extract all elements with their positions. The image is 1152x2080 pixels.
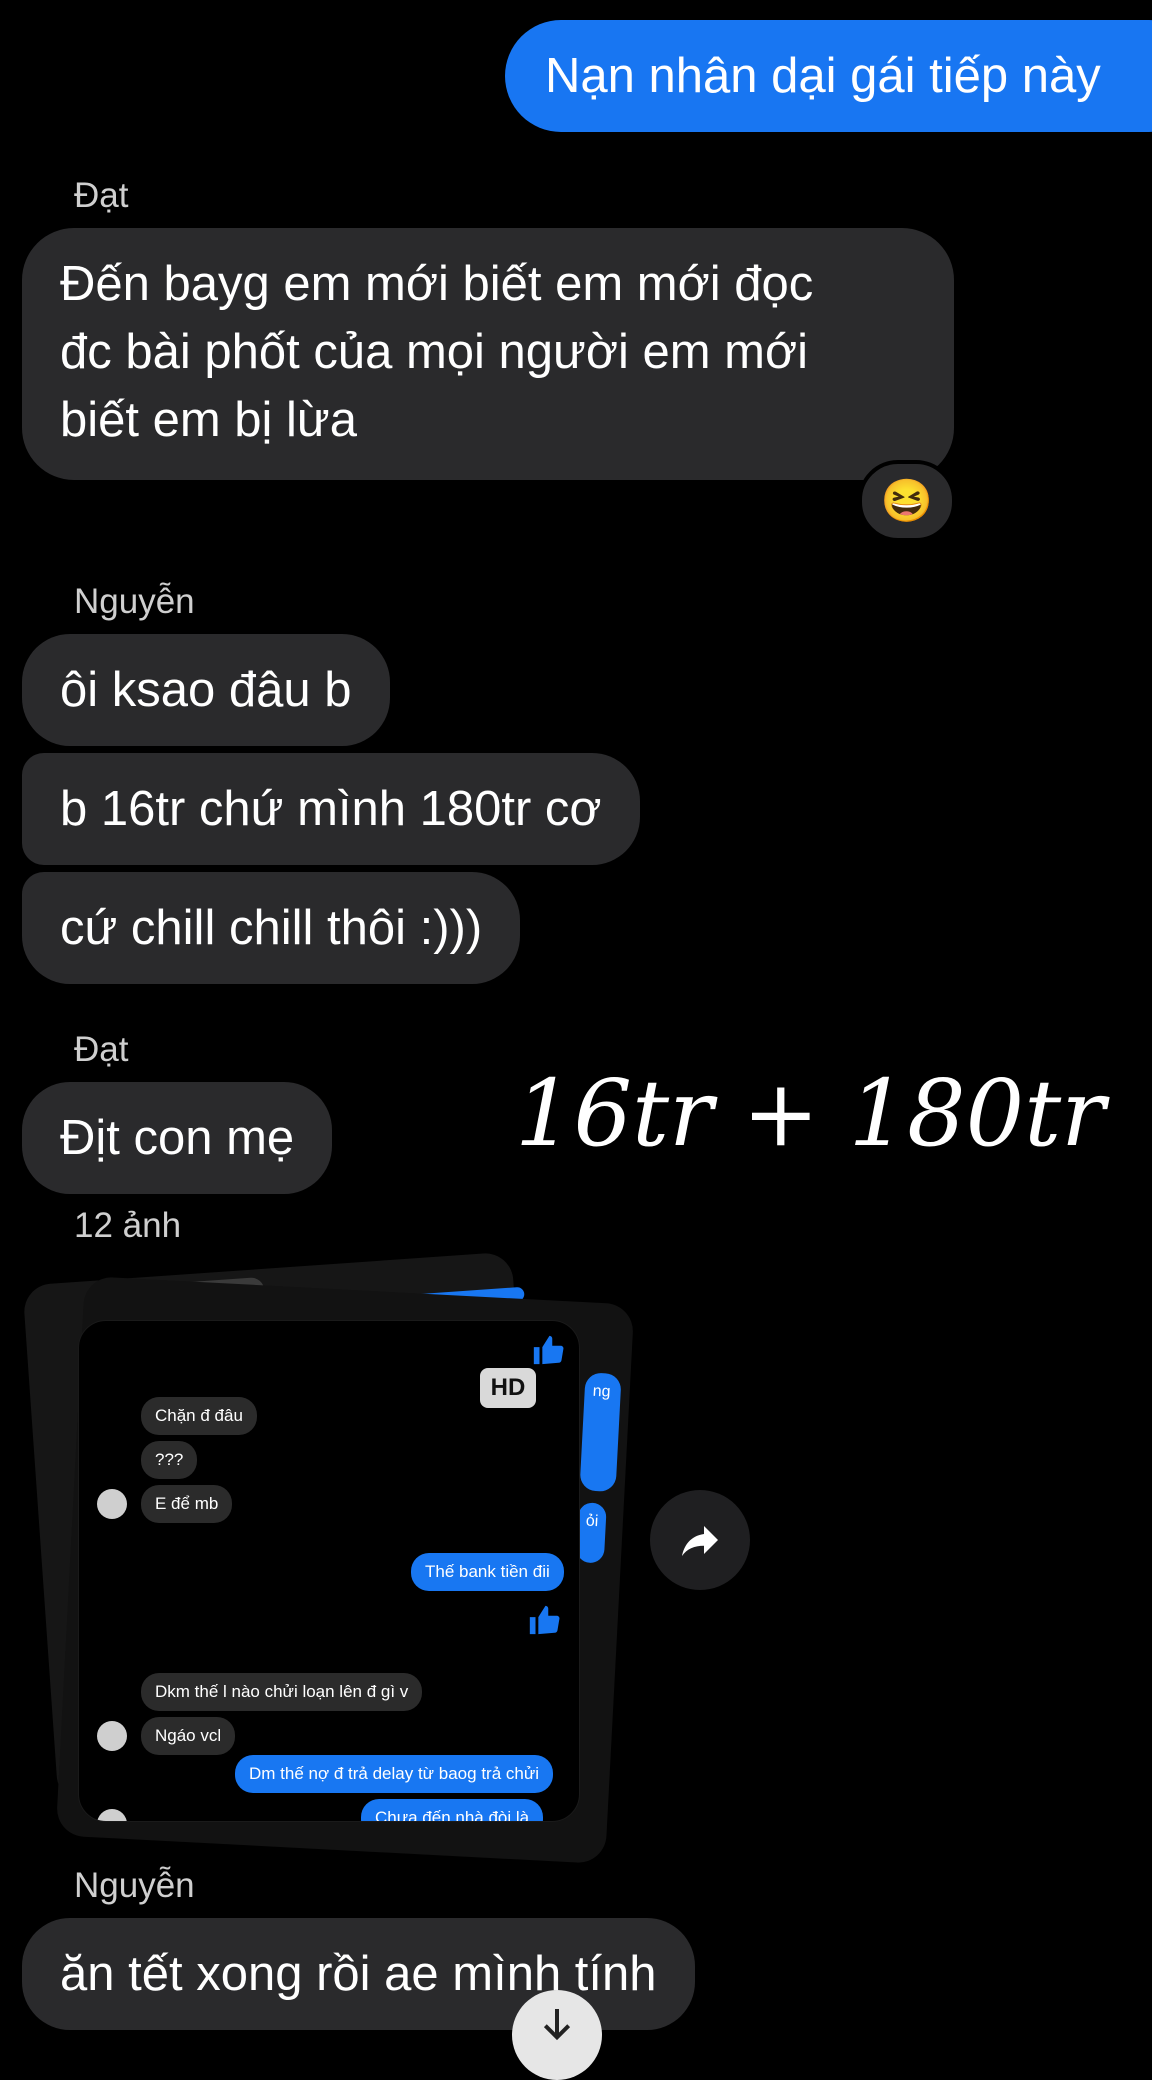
thumbs-up-icon (527, 1603, 561, 1637)
incoming-message-bubble[interactable]: ôi ksao đâu b (22, 634, 390, 746)
reaction-badge[interactable]: 😆 (858, 460, 956, 542)
outgoing-message-text: Nạn nhân dại gái tiếp này (545, 49, 1101, 103)
share-button[interactable] (650, 1490, 750, 1590)
album-message: Dm thế nợ đ trả delay từ baog trả chửi (235, 1755, 553, 1793)
message-text: Địt con mẹ (60, 1111, 295, 1165)
incoming-message-bubble[interactable]: cứ chill chill thôi :))) (22, 872, 521, 984)
thumbs-up-icon (531, 1333, 565, 1367)
incoming-message-bubble[interactable]: Địt con mẹ (22, 1082, 333, 1194)
album-message: Chưa đến nhà đòi là (361, 1799, 544, 1821)
scroll-to-bottom-button[interactable] (512, 1990, 602, 2080)
album-message: Dkm thế l nào chửi loạn lên đ gì v (141, 1673, 423, 1711)
sender-name: Nguyễn (74, 1866, 195, 1905)
album-count-label: 12 ảnh (74, 1206, 182, 1245)
album-message: Chặn đ đâu (141, 1397, 257, 1435)
album-message: Thế bank tiền đii (411, 1553, 564, 1591)
outgoing-message-bubble[interactable]: Nạn nhân dại gái tiếp này (505, 20, 1152, 132)
sender-name: Đạt (74, 176, 129, 215)
message-text: b 16tr chứ mình 180tr cơ (60, 782, 602, 836)
sender-name: Nguyễn (74, 582, 195, 621)
message-line: Đến bayg em mới biết em mới đọc (60, 257, 814, 311)
message-text: cứ chill chill thôi :))) (60, 901, 483, 955)
laughing-emoji-icon: 😆 (880, 476, 934, 524)
message-text: ôi ksao đâu b (60, 663, 352, 717)
album-message: E để mb (141, 1485, 233, 1523)
album-back-text: ỏi (575, 1502, 607, 1564)
message-line: biết em bị lừa (60, 393, 357, 447)
message-line: đc bài phốt của mọi người em mới (60, 325, 808, 379)
sender-name: Đạt (74, 1030, 129, 1069)
incoming-message-bubble[interactable]: Đến bayg em mới biết em mới đọc đc bài p… (22, 228, 954, 480)
album-message: Ngáo vcl (141, 1717, 236, 1755)
overlay-annotation-text: 16tr + 180tr (515, 1060, 1106, 1167)
incoming-message-bubble[interactable]: b 16tr chứ mình 180tr cơ (22, 753, 640, 865)
album-message: ??? (141, 1441, 198, 1479)
share-arrow-icon (682, 1526, 718, 1556)
album-back-text: ng (579, 1372, 622, 1493)
arrow-down-icon (543, 2009, 571, 2041)
hd-badge: HD (480, 1368, 536, 1408)
avatar (97, 1489, 127, 1519)
avatar (97, 1809, 127, 1821)
avatar (97, 1721, 127, 1751)
